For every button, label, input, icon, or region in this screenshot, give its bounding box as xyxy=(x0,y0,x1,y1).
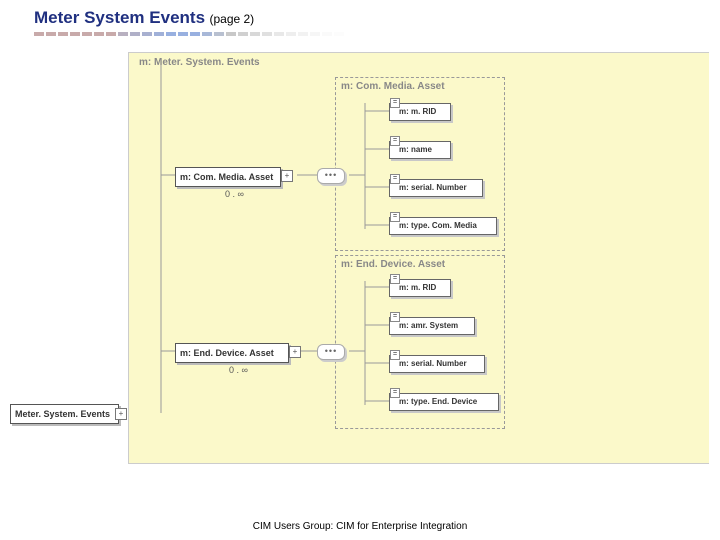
title-underline xyxy=(34,32,394,36)
attr-type-end-device: m: type. End. Device xyxy=(389,393,499,411)
node-com-media-asset: m: Com. Media. Asset xyxy=(175,167,281,187)
schema-root-label: m: Meter. System. Events xyxy=(139,57,260,68)
header: Meter System Events (page 2) xyxy=(0,0,720,34)
page-number: (page 2) xyxy=(209,12,254,26)
expand-handle-icon: + xyxy=(115,408,127,420)
attr-amr-system: m: amr. System xyxy=(389,317,475,335)
page-title: Meter System Events xyxy=(34,8,205,27)
attr-mrid2: m: m. RID xyxy=(389,279,451,297)
schema-canvas: m: Meter. System. Events m: Com. Media. … xyxy=(128,52,709,464)
expand-handle-icon: + xyxy=(289,346,301,358)
node-end-device-asset: m: End. Device. Asset xyxy=(175,343,289,363)
sequence-icon: ••• xyxy=(317,168,345,184)
attr-serial-number: m: serial. Number xyxy=(389,179,483,197)
attr-name: m: name xyxy=(389,141,451,159)
attr-mrid: m: m. RID xyxy=(389,103,451,121)
occurrence-label: 0 . ∞ xyxy=(229,365,248,375)
group1-header: m: Com. Media. Asset xyxy=(341,81,445,92)
group2-header: m: End. Device. Asset xyxy=(341,259,445,270)
root-element-box: Meter. System. Events xyxy=(10,404,119,424)
sequence-icon: ••• xyxy=(317,344,345,360)
footer-text: CIM Users Group: CIM for Enterprise Inte… xyxy=(0,521,720,532)
attr-serial-number2: m: serial. Number xyxy=(389,355,485,373)
expand-handle-icon: + xyxy=(281,170,293,182)
occurrence-label: 0 . ∞ xyxy=(225,189,244,199)
attr-type-com-media: m: type. Com. Media xyxy=(389,217,497,235)
